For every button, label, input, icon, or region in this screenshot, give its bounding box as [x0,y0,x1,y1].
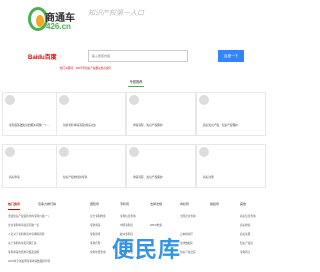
thumbnail-placeholder-icon [199,95,209,105]
news-item[interactable]: 专利申请的费用问题及说明 [8,250,88,254]
grid-link[interactable]: 商标注册 [240,232,250,236]
thumbnail-placeholder-icon [59,147,69,157]
grid-link[interactable]: 商标信息查询 [240,214,256,218]
tab-hot-news[interactable]: 热门资讯 [8,202,21,210]
grid-heading[interactable]: 商标局 [180,202,189,206]
grid-link[interactable]: WIPO检索 [150,223,162,227]
topic-caption: 申请流程、知识产权保护 [133,176,163,179]
grid-link[interactable]: 专利信息查询 [120,214,136,218]
thumbnail-placeholder-icon [5,147,15,157]
hot-keywords[interactable]: 热门关键词：426字符知识产权相关热点资讯 [60,66,111,70]
thumbnail-placeholder-icon [129,147,139,157]
news-item[interactable]: 人员对于专利申请中有哪些风险 [8,232,88,236]
thumbnail-placeholder-icon [199,147,209,157]
news-item[interactable]: 浅谈知识产权运营中的专利价值(一) [8,214,88,218]
baidu-logo: Baidu百度 [28,55,57,61]
topic-card[interactable]: 创新专利申请流程(前后)(四) [56,92,126,136]
thumbnail-placeholder-icon [129,95,139,105]
grid-link[interactable]: 日本特许厅 [180,232,193,236]
topic-card[interactable]: 申请流程、知识产权保护 [126,144,196,188]
topic-caption: 知识产权的创新专利 [63,176,88,179]
grid-link[interactable]: 专利申请 [90,223,100,227]
topic-card[interactable]: 商标知识产权、知识产权保护 [196,92,266,136]
news-panel: 热门资讯 竞争力排行榜 浅谈知识产权运营中的专利价值(一) 企业专利申请常见问题… [8,202,88,272]
header: 商通车 426.cn 知识产权第一人口 [0,0,272,48]
search-bar: Baidu百度 百度一下 [28,50,244,64]
grid-heading[interactable]: 版权局 [210,202,219,206]
site-logo[interactable]: 商通车 426.cn [28,5,76,33]
topic-caption: 商标注册 [203,176,214,179]
grid-link[interactable]: 全国企业查询 [180,214,196,218]
grid-link[interactable]: 专利年费查询 [90,250,106,254]
grid-link[interactable]: 法律数据库 [180,241,193,245]
logo-domain: 426.cn [46,22,71,31]
thumbnail-placeholder-icon [59,95,69,105]
search-button[interactable]: 百度一下 [218,50,244,62]
slogan: 知识产权第一人口 [88,9,144,17]
grid-link[interactable]: 专利审查 [90,232,100,236]
tab-ranking[interactable]: 竞争力排行榜 [38,202,56,210]
grid-heading[interactable]: 其他 [240,202,246,206]
grid-link[interactable]: 官方专利检索 [90,214,106,218]
topic-card[interactable]: 知识产权的创新专利 [56,144,126,188]
topic-card[interactable]: 商标注册 [196,144,266,188]
grid-link[interactable]: 中国专利局 [120,223,133,227]
topic-caption: 申请流程、知识产权保护 [133,124,163,127]
divider [128,86,144,87]
news-item[interactable]: 关于专利的常见问题汇总 [8,241,88,245]
topic-caption: 商标知识产权、知识产权保护 [203,124,238,127]
grid-heading[interactable]: 法律法规 [150,202,162,206]
section-title-topics: 专题推荐 [129,80,143,84]
topic-caption: 创新专利申请流程(前后)(四) [63,124,97,127]
grid-link[interactable]: 专利代理 [90,241,100,245]
grid-link[interactable]: 知识产权法院 [180,250,196,254]
grid-heading[interactable]: 国知局 [90,202,99,206]
thumbnail-placeholder-icon [5,95,15,105]
watermark: 便民库 [112,238,182,263]
search-input[interactable] [88,50,188,62]
news-item[interactable]: 2019年全球发明专利申请数量排行榜 [8,259,88,263]
news-item[interactable]: 企业专利申请常见问题一览 [8,223,88,227]
grid-link[interactable]: 商标检索 [240,223,250,227]
topic-card[interactable]: 申请流程、知识产权保护 [126,92,196,136]
grid-link[interactable]: 专利转让 [240,250,250,254]
grid-link[interactable]: 知识产权局 [240,241,253,245]
grid-heading[interactable]: 专利局 [120,202,129,206]
